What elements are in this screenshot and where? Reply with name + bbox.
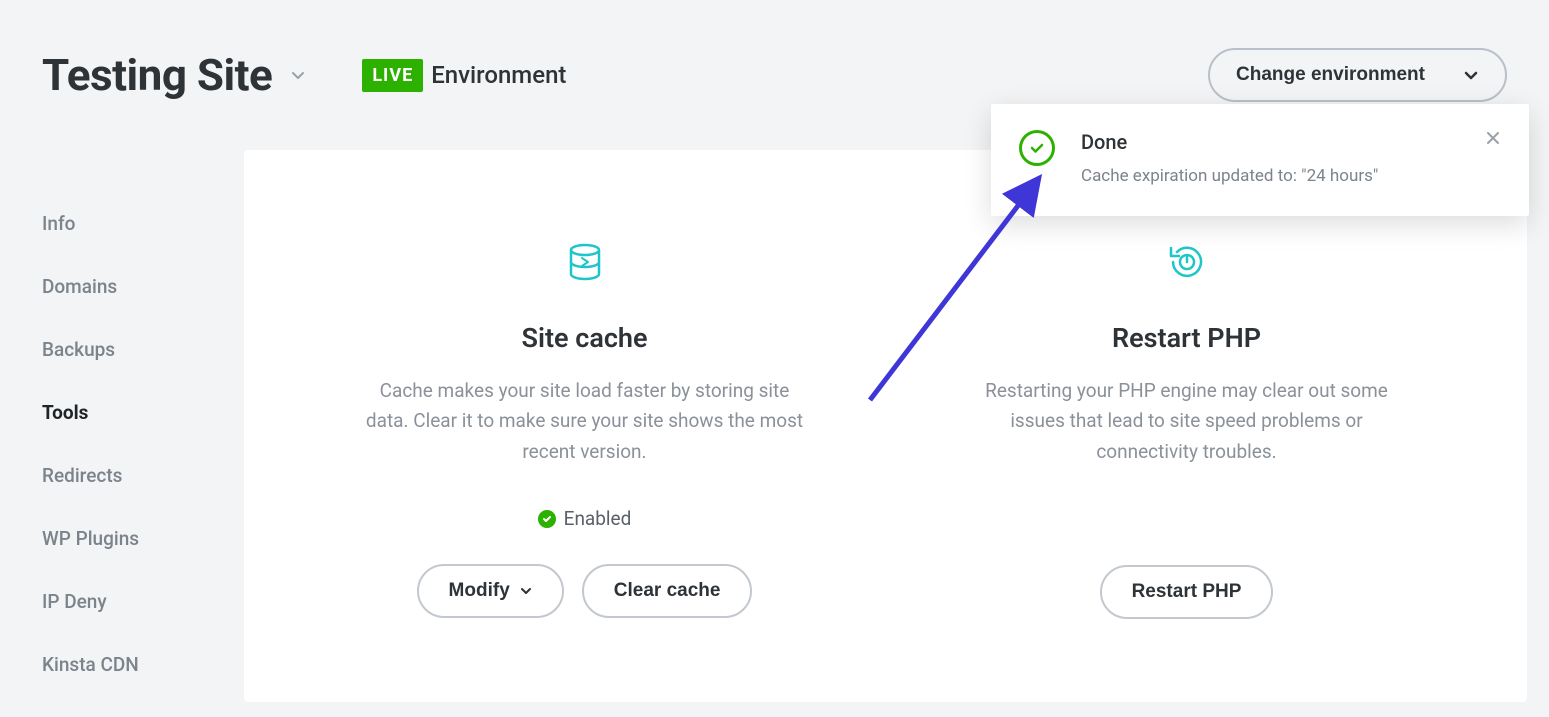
modify-label: Modify <box>449 580 510 602</box>
sidebar-item-kinsta-cdn[interactable]: Kinsta CDN <box>42 633 192 696</box>
toast-title: Done <box>1081 130 1459 154</box>
chevron-down-icon <box>1463 67 1479 83</box>
main-panel: Site cache Cache makes your site load fa… <box>244 150 1527 702</box>
card-title: Site cache <box>521 322 647 354</box>
card-description: Cache makes your site load faster by sto… <box>365 376 805 467</box>
check-circle-icon <box>538 510 556 528</box>
chevron-down-icon <box>520 585 532 597</box>
card-description: Restarting your PHP engine may clear out… <box>967 376 1407 467</box>
cache-icon <box>563 238 607 286</box>
modify-button[interactable]: Modify <box>417 564 564 618</box>
toast-message: Cache expiration updated to: "24 hours" <box>1081 164 1459 190</box>
card-title: Restart PHP <box>1112 322 1261 354</box>
card-restart-php: Restart PHP Restarting your PHP engine m… <box>886 238 1487 642</box>
clear-cache-button[interactable]: Clear cache <box>582 564 753 618</box>
environment-label: Environment <box>431 61 566 89</box>
sidebar: Info Domains Backups Tools Redirects WP … <box>42 150 192 702</box>
close-icon[interactable] <box>1485 130 1501 150</box>
chevron-down-icon[interactable] <box>290 67 306 83</box>
site-title: Testing Site <box>42 49 272 101</box>
live-badge: LIVE <box>362 59 423 92</box>
clear-cache-label: Clear cache <box>614 580 721 602</box>
status-label: Enabled <box>564 507 632 530</box>
sidebar-item-tools[interactable]: Tools <box>42 381 192 444</box>
sidebar-item-info[interactable]: Info <box>42 192 192 255</box>
sidebar-item-backups[interactable]: Backups <box>42 318 192 381</box>
change-environment-label: Change environment <box>1236 64 1425 86</box>
restart-icon <box>1165 238 1209 286</box>
sidebar-item-domains[interactable]: Domains <box>42 255 192 318</box>
restart-php-label: Restart PHP <box>1132 581 1242 603</box>
sidebar-item-wp-plugins[interactable]: WP Plugins <box>42 507 192 570</box>
page-header: Testing Site LIVE Environment Change env… <box>42 48 1527 102</box>
check-circle-icon <box>1019 130 1055 166</box>
change-environment-button[interactable]: Change environment <box>1208 48 1507 102</box>
restart-php-button[interactable]: Restart PHP <box>1100 565 1274 619</box>
sidebar-item-redirects[interactable]: Redirects <box>42 444 192 507</box>
card-site-cache: Site cache Cache makes your site load fa… <box>284 238 885 642</box>
status-row: Enabled <box>538 507 632 530</box>
sidebar-item-ip-deny[interactable]: IP Deny <box>42 570 192 633</box>
toast-notification: Done Cache expiration updated to: "24 ho… <box>991 104 1529 216</box>
